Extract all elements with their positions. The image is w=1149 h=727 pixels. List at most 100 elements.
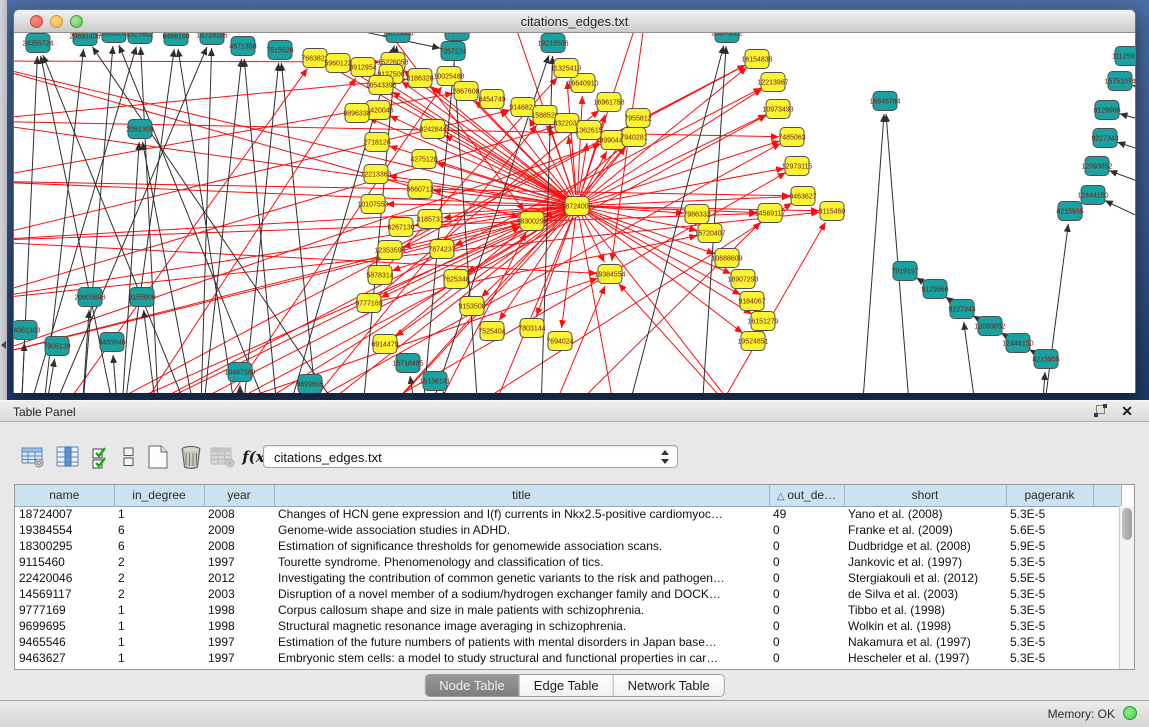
column-header-year[interactable]: year	[204, 485, 274, 506]
table-cell: 2	[114, 570, 204, 586]
table-selector-combobox[interactable]: citations_edges.txt	[263, 445, 678, 468]
network-view-window[interactable]: citations_edges.txt 18724007183002951938…	[13, 9, 1136, 393]
table-row[interactable]: 969969511998Structural magnetic resonanc…	[15, 618, 1121, 634]
table-row[interactable]: 946362711997Embryonic stem cells: a mode…	[15, 650, 1121, 666]
tab-edge-table[interactable]: Edge Table	[520, 675, 614, 696]
node-label: 3660712	[406, 186, 433, 193]
data-table[interactable]: namein_degreeyeartitle△ out_de…shortpage…	[15, 485, 1122, 666]
table-cell: 5.3E-5	[1006, 602, 1093, 618]
node-label: 9227343	[1091, 135, 1118, 142]
node-label: 9184067	[738, 298, 765, 305]
table-cell: Tourette syndrome. Phenomenology and cla…	[274, 554, 769, 570]
row-height-icon[interactable]	[115, 444, 143, 470]
node-label: 16154838	[741, 56, 772, 63]
node-label: 9153500	[458, 303, 485, 310]
tab-network-table[interactable]: Network Table	[614, 675, 724, 696]
node-label: 9242844	[419, 126, 446, 133]
node-label: 12213967	[757, 79, 788, 86]
table-cell	[1093, 554, 1121, 570]
column-header-out_de…[interactable]: △ out_de…	[769, 485, 844, 506]
column-header-pagerank[interactable]: pagerank	[1006, 485, 1093, 506]
node-label: 1362615	[575, 127, 602, 134]
table-cell: 1	[114, 618, 204, 634]
node-label: 16151279	[747, 318, 778, 325]
collapse-arrow-icon[interactable]	[1, 341, 6, 349]
table-cell: 0	[769, 522, 844, 538]
table-toolbar: f(x) citations_edges.txt	[0, 422, 1149, 480]
node-label: 5878314	[366, 272, 393, 279]
table-cell: 18300295	[15, 538, 114, 554]
table-cell: 1998	[204, 618, 274, 634]
show-columns-icon[interactable]	[54, 444, 82, 470]
table-cell: Franke et al. (2009)	[844, 522, 1006, 538]
node-label: 8267130	[387, 224, 414, 231]
table-cell: 5.3E-5	[1006, 586, 1093, 602]
node-attribute-table[interactable]: namein_degreeyeartitle△ out_de…shortpage…	[14, 484, 1135, 670]
node-label: 7485063	[778, 134, 805, 141]
table-cell: 49	[769, 506, 844, 522]
table-cell: 9465546	[15, 634, 114, 650]
table-selector-value: citations_edges.txt	[274, 450, 382, 465]
node-label: 18907293	[727, 276, 758, 283]
scrollbar-thumb[interactable]	[1122, 508, 1132, 540]
table-cell: 5.9E-5	[1006, 538, 1093, 554]
node-label: 7955812	[624, 115, 651, 122]
table-row[interactable]: 2242004622012Investigating the contribut…	[15, 570, 1121, 586]
table-cell: Nakamura et al. (1997)	[844, 634, 1006, 650]
combobox-stepper-icon[interactable]	[660, 448, 671, 466]
node-label: 12444150	[1077, 192, 1108, 199]
node-label: 7874237	[428, 246, 455, 253]
tab-node-table[interactable]: Node Table	[425, 675, 520, 696]
table-cell: 6	[114, 522, 204, 538]
close-panel-icon[interactable]: ✕	[1121, 403, 1133, 420]
table-cell: 2012	[204, 570, 274, 586]
table-cell: 0	[769, 570, 844, 586]
window-titlebar[interactable]: citations_edges.txt	[14, 10, 1135, 33]
column-header-filler[interactable]	[1093, 485, 1121, 506]
node-label: 12093852	[974, 323, 1005, 330]
table-cell: 5.6E-5	[1006, 522, 1093, 538]
float-panel-icon[interactable]	[1093, 405, 1107, 418]
column-header-in_degree[interactable]: in_degree	[114, 485, 204, 506]
node-label: 12444150	[1002, 340, 1033, 347]
delete-table-icon[interactable]	[177, 444, 205, 470]
table-cell: 1997	[204, 554, 274, 570]
table-row[interactable]: 1938455462009Genome-wide association stu…	[15, 522, 1121, 538]
memory-ok-indicator	[1123, 706, 1137, 720]
column-header-short[interactable]: short	[844, 485, 1006, 506]
node-label: 2867608	[452, 88, 479, 95]
table-row[interactable]: 1830029562008Estimation of significance …	[15, 538, 1121, 554]
select-rows-icon[interactable]	[88, 444, 116, 470]
table-cell: 9699695	[15, 618, 114, 634]
table-cell: 5.3E-5	[1006, 554, 1093, 570]
window-title: citations_edges.txt	[14, 14, 1135, 29]
new-table-icon[interactable]	[144, 444, 172, 470]
table-type-segmented-control[interactable]: Node TableEdge TableNetwork Table	[424, 674, 725, 697]
citation-network-graph[interactable]: 1872400718300295193845547663822596012339…	[14, 33, 1135, 393]
node-label: 8813054	[443, 33, 470, 35]
table-row[interactable]: 1872400712008Changes of HCN gene express…	[15, 506, 1121, 522]
status-bar: Memory: OK	[0, 700, 1149, 727]
table-settings-icon[interactable]	[19, 444, 47, 470]
network-nodes[interactable]: 1872400718300295193845547663822596012339…	[14, 33, 1135, 393]
network-canvas[interactable]: 1872400718300295193845547663822596012339…	[14, 33, 1135, 393]
node-label: 4275120	[410, 156, 437, 163]
column-header-title[interactable]: title	[274, 485, 769, 506]
import-table-icon[interactable]	[209, 444, 237, 470]
table-row[interactable]: 911546021997Tourette syndrome. Phenomeno…	[15, 554, 1121, 570]
node-label: 3185731	[416, 216, 443, 223]
table-vertical-scrollbar[interactable]	[1119, 506, 1134, 669]
table-row[interactable]: 946554611997Estimation of the future num…	[15, 634, 1121, 650]
control-panel-collapsed-strip[interactable]	[0, 0, 7, 400]
table-cell: 9777169	[15, 602, 114, 618]
table-cell: de Silva et al. (2003)	[844, 586, 1006, 602]
table-cell: 1	[114, 634, 204, 650]
node-label: 14569117	[755, 210, 786, 217]
table-row[interactable]: 977716911998Corpus callosum shape and si…	[15, 602, 1121, 618]
node-label: 9227343	[948, 306, 975, 313]
table-cell: 2	[114, 554, 204, 570]
table-cell: Yano et al. (2008)	[844, 506, 1006, 522]
table-row[interactable]: 1456911722003Disruption of a novel membe…	[15, 586, 1121, 602]
column-header-name[interactable]: name	[15, 485, 114, 506]
node-label: 18724007	[561, 203, 592, 210]
